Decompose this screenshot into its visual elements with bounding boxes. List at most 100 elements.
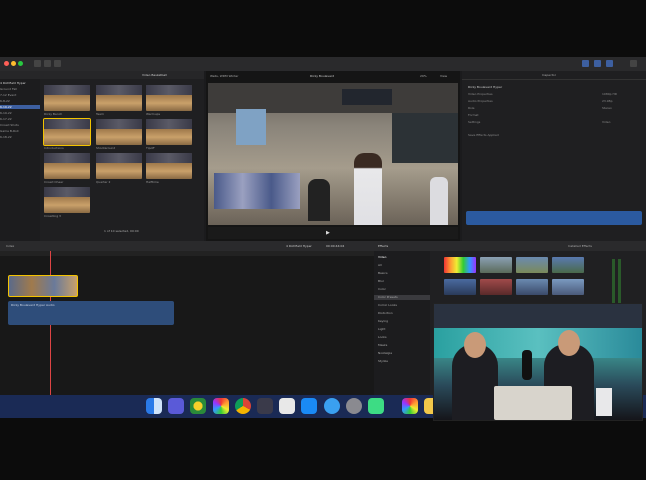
effects-category[interactable]: Masks <box>378 343 387 348</box>
library-item[interactable]: 6-18-22 <box>0 135 40 139</box>
timeline-panel: Ricky Boulevard Hyper Audio <box>0 251 374 395</box>
library-item[interactable]: Game B-Roll <box>0 129 40 133</box>
clip-thumbnail-selected[interactable] <box>43 118 91 146</box>
check-icon[interactable] <box>54 60 61 67</box>
effects-category[interactable]: Light <box>378 327 386 332</box>
video-clip[interactable] <box>8 275 78 297</box>
layout-timeline-icon[interactable] <box>594 60 601 67</box>
chrome-icon[interactable] <box>235 398 251 414</box>
browser-title: Video Basketball <box>142 73 167 77</box>
audio-clip[interactable]: Ricky Boulevard Hyper Audio <box>8 301 174 325</box>
android-icon[interactable] <box>368 398 384 414</box>
clip-label: Quarter 2 <box>96 180 111 184</box>
keyword-icon[interactable] <box>44 60 51 67</box>
library-item[interactable]: 4 Richfield Hyper <box>0 81 40 85</box>
effect-thumbnail[interactable] <box>444 257 476 273</box>
effect-thumbnail[interactable] <box>444 279 476 295</box>
clip-label: Halftime <box>146 180 159 184</box>
share-icon[interactable] <box>630 60 637 67</box>
photos-alt-icon[interactable] <box>402 398 418 414</box>
effects-category[interactable]: Video <box>378 255 386 260</box>
minimize-window-button[interactable] <box>11 61 16 66</box>
apply-effect-bar[interactable] <box>466 211 642 225</box>
effect-thumbnail[interactable] <box>516 257 548 273</box>
effects-category[interactable]: Blur <box>378 279 384 284</box>
clip-label: Crowd Cheer <box>44 180 64 184</box>
time-ruler[interactable] <box>0 251 374 256</box>
library-item-selected[interactable]: 6-19-22 <box>0 105 40 109</box>
clip-label: Tipoff <box>146 146 155 150</box>
inspector-row[interactable]: Format <box>468 113 479 117</box>
effects-category-selected[interactable]: Color Presets <box>374 295 430 300</box>
close-window-button[interactable] <box>4 61 9 66</box>
scoreboard <box>342 89 392 105</box>
clip-label: Warmups <box>146 112 161 116</box>
effects-category[interactable]: Distortion <box>378 311 393 316</box>
timeline-toolbar: Index 4 Richfield Hyper 00:00:44:04 Effe… <box>0 241 646 251</box>
person-right-head <box>558 330 580 356</box>
laptop <box>494 386 572 420</box>
inspector-row[interactable]: Settings <box>468 120 480 124</box>
library-item[interactable]: Crowd Shots <box>0 123 40 127</box>
clip-thumbnail[interactable] <box>146 85 192 111</box>
games-icon[interactable] <box>190 398 206 414</box>
final-cut-icon[interactable] <box>279 398 295 414</box>
effects-category[interactable]: Color <box>378 287 386 292</box>
effects-category[interactable]: All <box>378 263 382 268</box>
effect-thumbnail[interactable] <box>480 257 512 273</box>
safari-icon[interactable] <box>324 398 340 414</box>
installed-effects-label[interactable]: Installed Effects <box>568 244 592 248</box>
motion-icon[interactable] <box>257 398 273 414</box>
photos-icon[interactable] <box>213 398 229 414</box>
viewer-clip-name: Ricky Boulevard <box>310 74 335 78</box>
layout-browser-icon[interactable] <box>582 60 589 67</box>
clip-thumbnail[interactable] <box>44 85 90 111</box>
effects-category[interactable]: Comic Looks <box>378 303 397 308</box>
clip-thumbnail[interactable] <box>146 119 192 145</box>
clip-thumbnail[interactable] <box>96 153 142 179</box>
effects-category[interactable]: Nostalgia <box>378 351 392 356</box>
index-button[interactable]: Index <box>6 244 14 248</box>
app-store-icon[interactable] <box>301 398 317 414</box>
inspector-value: Stereo <box>602 106 612 110</box>
layout-inspector-icon[interactable] <box>606 60 613 67</box>
effect-thumbnail[interactable] <box>552 279 584 295</box>
settings-icon[interactable] <box>346 398 362 414</box>
zoom-level[interactable]: 29% <box>420 74 427 78</box>
inspector-value: 23.98p <box>602 99 613 103</box>
play-icon[interactable]: ▶ <box>326 230 330 236</box>
inspector-value: 1080p HD <box>602 92 618 96</box>
clip-thumbnail[interactable] <box>96 119 142 145</box>
library-sidebar: 4 Richfield Hyper Ground Fall 7-12 Event… <box>0 79 40 241</box>
finder-icon[interactable] <box>146 398 162 414</box>
inspector-row: Ricky Boulevard Hyper <box>468 85 503 89</box>
effects-category[interactable]: Stylize <box>378 359 388 364</box>
effect-thumbnail[interactable] <box>480 279 512 295</box>
library-item[interactable]: 6-17-22 <box>0 117 40 121</box>
clip-thumbnail[interactable] <box>44 153 90 179</box>
clip-thumbnail[interactable] <box>44 187 90 213</box>
launchpad-icon[interactable] <box>168 398 184 414</box>
effects-category[interactable]: Keying <box>378 319 388 324</box>
effects-category[interactable]: Basics <box>378 271 388 276</box>
effect-thumbnail[interactable] <box>552 257 584 273</box>
library-item[interactable]: 6-8-22 <box>0 99 40 103</box>
effects-category[interactable]: Looks <box>378 335 387 340</box>
view-menu[interactable]: View <box>440 74 447 78</box>
inspector-panel: Inspector Ricky Boulevard Hyper Video Pr… <box>462 71 646 241</box>
inspector-row[interactable]: Role <box>468 106 474 110</box>
library-item[interactable]: 7-12 Event <box>0 93 40 97</box>
zoom-window-button[interactable] <box>18 61 23 66</box>
player-right <box>430 177 448 225</box>
inspector-value: Video <box>602 120 611 124</box>
cup <box>596 388 612 416</box>
inspector-row[interactable]: Video Properties <box>468 92 493 96</box>
import-icon[interactable] <box>34 60 41 67</box>
clip-thumbnail[interactable] <box>146 153 192 179</box>
effect-thumbnail[interactable] <box>516 279 548 295</box>
inspector-row[interactable]: Audio Properties <box>468 99 493 103</box>
clip-thumbnail[interactable] <box>96 85 142 111</box>
library-item[interactable]: Ground Fall <box>0 87 40 91</box>
library-item[interactable]: 6-19-22 <box>0 111 40 115</box>
audio-clip-label: Ricky Boulevard Hyper Audio <box>11 303 55 307</box>
